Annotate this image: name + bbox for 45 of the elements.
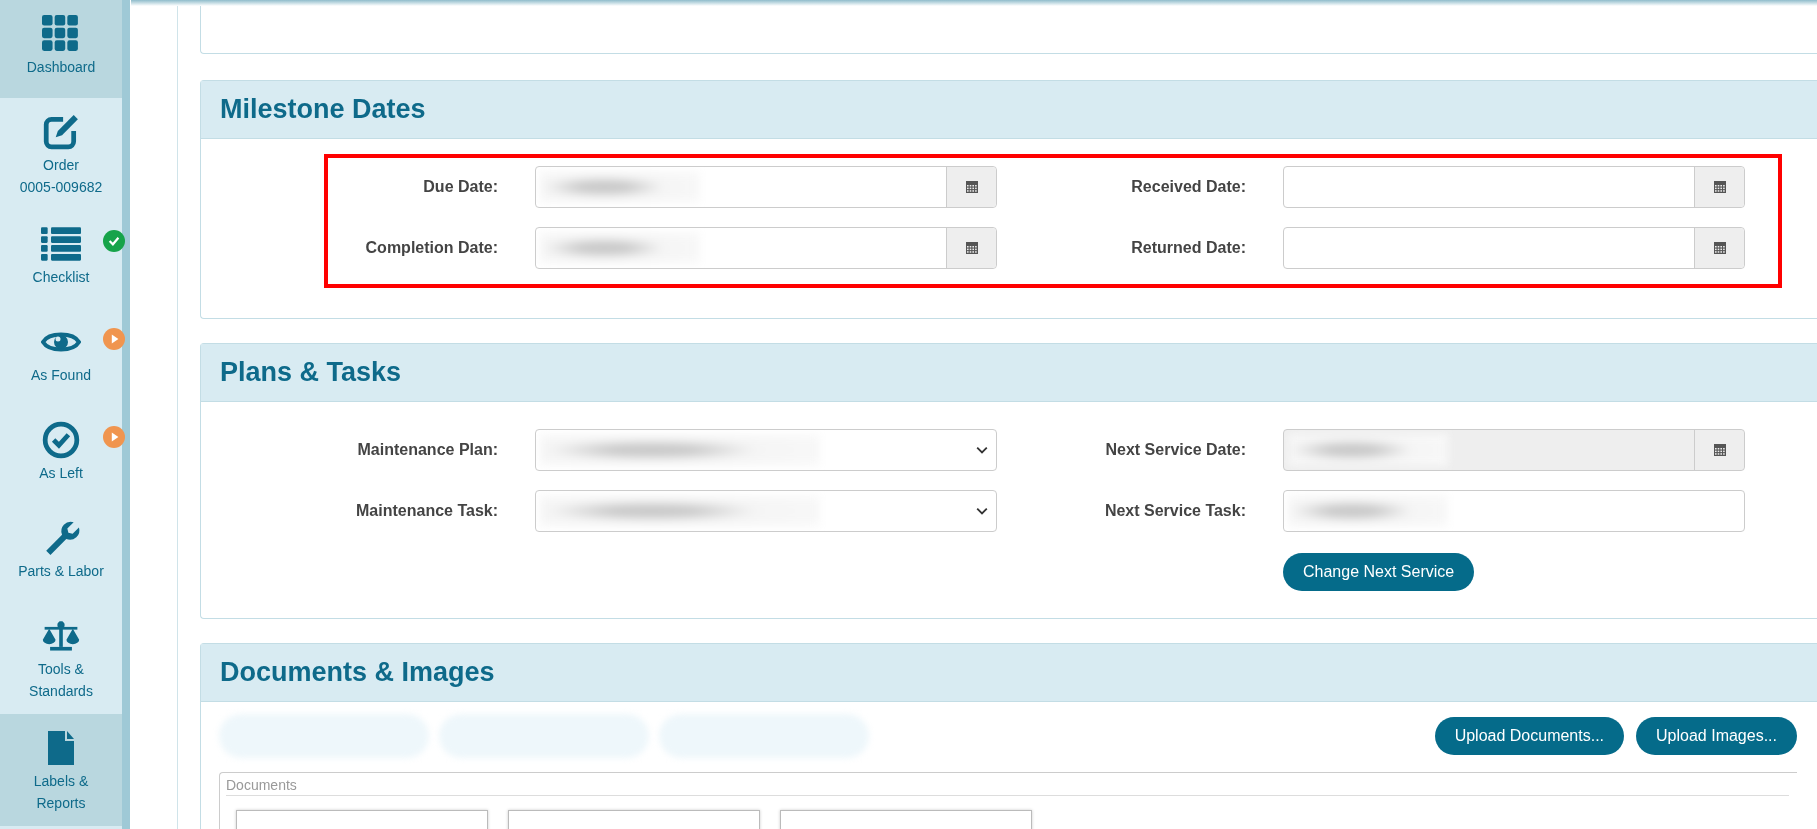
calendar-button[interactable] [946,167,996,207]
field-label: Next Service Task: [1103,502,1246,520]
field-label: Due Date: [422,178,498,196]
calendar-icon [1712,241,1727,255]
sidebar-item[interactable]: As Left [0,406,122,504]
upload-button[interactable]: Upload Documents... [1434,717,1625,755]
change-next-service-button[interactable]: Change Next Service [1283,553,1475,591]
field-label: Completion Date: [364,239,498,257]
calendar-icon [1712,443,1727,457]
upload-button[interactable]: Upload Images... [1636,717,1797,755]
sidebar-item[interactable]: As Found [0,308,122,406]
select-field[interactable] [535,429,997,471]
calendar-icon [1712,180,1727,194]
section-title: Milestone Dates [201,81,1817,139]
date-field[interactable] [535,227,997,269]
sidebar-item[interactable]: Dashboard [0,0,122,98]
edit-icon [41,113,81,151]
check-circle-icon [41,421,81,459]
input-field[interactable] [1283,490,1745,532]
date-field[interactable] [535,166,997,208]
sidebar-item[interactable]: Parts & Labor [0,504,122,602]
field-label: Received Date: [1130,178,1246,196]
sidebar-item[interactable]: Order 0005-009682 [0,98,122,210]
sidebar-item[interactable]: Labels & Reports [0,714,122,826]
field-label: Maintenance Task: [355,502,498,520]
calendar-button[interactable] [946,228,996,268]
chevron-down-icon [976,507,988,515]
date-field[interactable] [1283,227,1745,269]
list-icon [41,225,81,263]
box-legend: Documents [226,777,1789,796]
section-title: Plans & Tasks [201,344,1817,402]
sidebar-item[interactable]: Checklist [0,210,122,308]
field-label: Returned Date: [1130,239,1246,257]
sidebar-item[interactable]: Tools & Standards [0,602,122,714]
select-field[interactable] [535,490,997,532]
field-label: Next Service Date: [1104,441,1246,459]
section-title: Documents & Images [201,644,1817,702]
calendar-button[interactable] [1694,228,1744,268]
chevron-down-icon [976,446,988,454]
field-label: Maintenance Plan: [356,441,498,459]
calendar-icon [964,241,979,255]
date-field[interactable] [1283,166,1745,208]
grid-icon [41,15,81,53]
calendar-button[interactable] [1694,167,1744,207]
calendar-icon [964,180,979,194]
